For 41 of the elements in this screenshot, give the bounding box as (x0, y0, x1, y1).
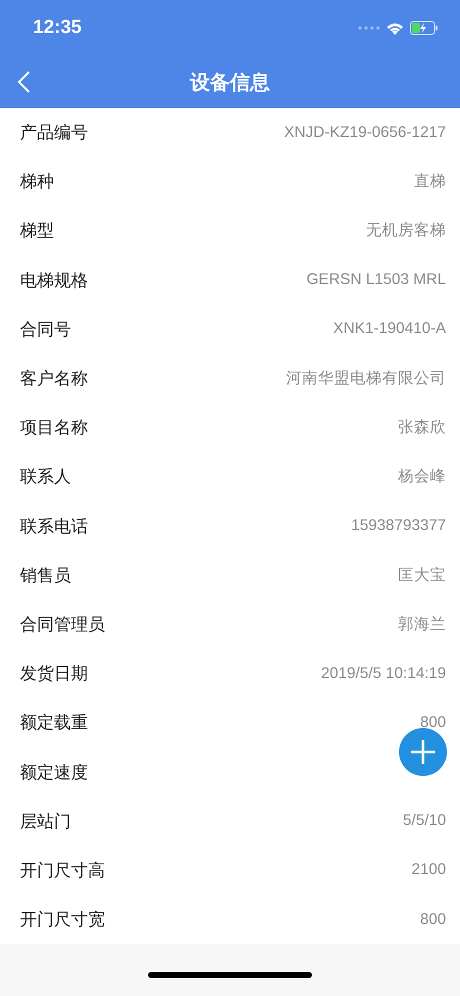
field-label: 电梯规格 (20, 270, 88, 292)
field-value: 郭海兰 (398, 614, 446, 635)
field-label: 联系电话 (20, 516, 88, 538)
field-value: 杨会峰 (398, 467, 446, 488)
field-label: 开门尺寸高 (20, 860, 105, 882)
field-value: 匡大宝 (398, 566, 446, 586)
signal-icon (358, 26, 380, 30)
add-button[interactable] (399, 728, 447, 776)
field-value: XNK1-190410-A (333, 320, 446, 338)
battery-icon (410, 21, 438, 35)
field-label: 项目名称 (20, 417, 88, 440)
field-value: 15938793377 (351, 517, 446, 536)
field-value: 5/5/10 (402, 812, 446, 830)
field-label: 合同号 (20, 318, 71, 341)
field-label: 合同管理员 (20, 614, 105, 636)
field-label: 层站门 (20, 810, 71, 833)
field-value: XNJD-KZ19-0656-1217 (284, 124, 446, 142)
field-value: 800 (420, 910, 446, 929)
field-value: 张森欣 (398, 418, 446, 438)
field-value: 2100 (412, 861, 446, 880)
field-label: 额定速度 (20, 762, 88, 784)
back-icon[interactable] (16, 70, 32, 94)
field-label: 梯型 (20, 220, 54, 242)
field-value: 无机房客梯 (366, 221, 446, 242)
field-value: 2019/5/5 10:14:19 (321, 664, 446, 683)
status-time: 12:35 (33, 17, 82, 39)
field-label: 客户名称 (20, 368, 88, 390)
field-label: 开门尺寸宽 (20, 909, 105, 932)
field-label: 发货日期 (20, 663, 88, 686)
field-label: 梯种 (20, 171, 54, 194)
field-value: 河南华盟电梯有限公司 (286, 369, 446, 390)
field-label: 销售员 (20, 564, 71, 587)
field-value: 直梯 (414, 172, 446, 192)
field-label: 产品编号 (20, 122, 88, 144)
field-label: 联系人 (20, 466, 71, 488)
page-title: 设备信息 (190, 68, 270, 96)
wifi-icon (386, 22, 404, 34)
field-value: GERSN L1503 MRL (306, 271, 446, 290)
field-label: 额定载重 (20, 712, 88, 734)
plus-icon (410, 739, 436, 765)
field-value: 800 (420, 714, 446, 732)
